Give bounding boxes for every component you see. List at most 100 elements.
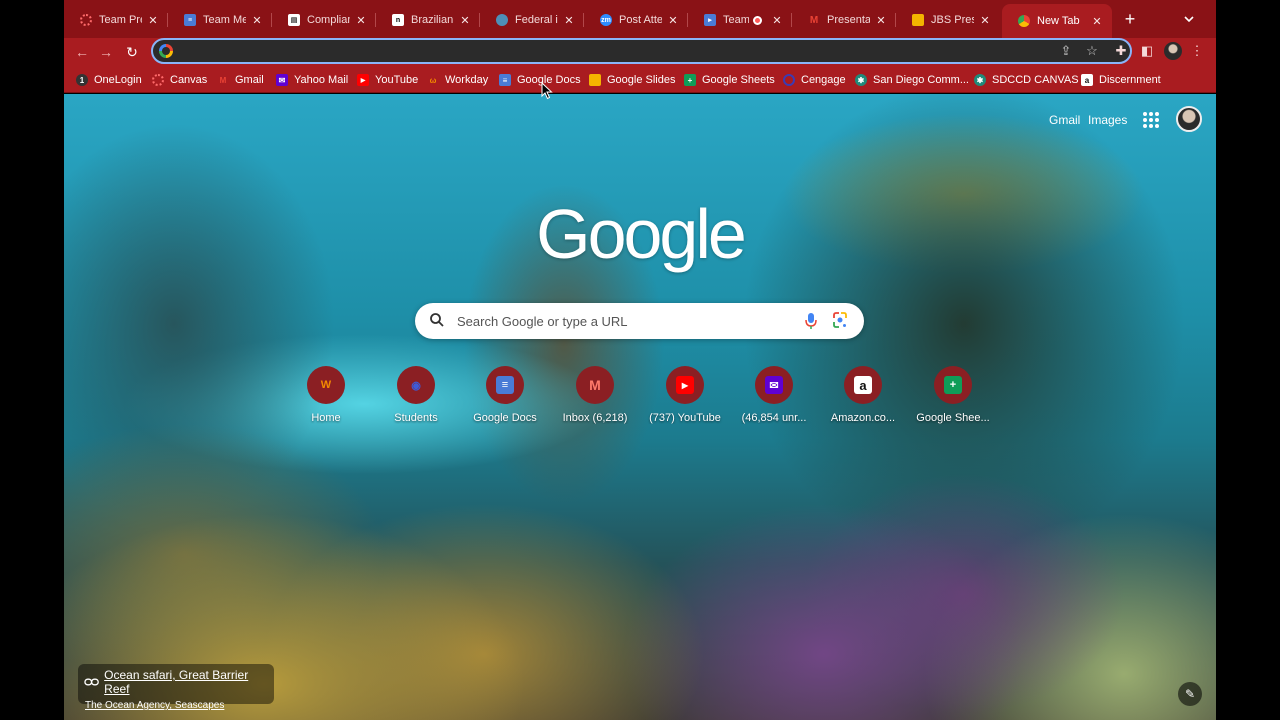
reload-icon[interactable]: ↻ xyxy=(122,42,142,62)
images-link[interactable]: Images xyxy=(1088,113,1127,127)
microphone-icon[interactable] xyxy=(803,312,819,330)
bookmark-san-diego-comm[interactable]: ✱ San Diego Comm... xyxy=(855,72,969,88)
address-bar[interactable]: ⇪ ☆ xyxy=(151,38,1132,64)
shortcut-circle: W xyxy=(307,366,345,404)
close-icon[interactable]: ✕ xyxy=(874,14,888,27)
bookmark-youtube[interactable]: ▶ YouTube xyxy=(357,72,418,88)
google-slides-icon xyxy=(589,74,601,86)
account-avatar[interactable] xyxy=(1176,106,1202,132)
shortcut-tile[interactable]: M Inbox (6,218) xyxy=(551,366,639,436)
bookmark-workday[interactable]: ω Workday xyxy=(427,72,489,88)
shortcut-label: (737) YouTube xyxy=(649,412,721,424)
bookmark-google-sheets[interactable]: + Google Sheets xyxy=(684,72,775,88)
bookmark-google-docs[interactable]: ≡ Google Docs xyxy=(499,72,581,88)
apps-grid-icon[interactable] xyxy=(1143,112,1159,128)
customize-pencil-icon[interactable]: ✎ xyxy=(1178,682,1202,706)
shortcut-tile[interactable]: ✉ (46,854 unr... xyxy=(730,366,818,436)
shortcut-label: Students xyxy=(394,412,438,424)
sdccd-canvas-icon: ✱ xyxy=(974,74,986,86)
gmail-link[interactable]: Gmail xyxy=(1049,113,1080,127)
share-icon[interactable]: ⇪ xyxy=(1057,42,1075,60)
attribution-credit[interactable]: The Ocean Agency, Seascapes xyxy=(85,700,268,711)
profile-avatar[interactable] xyxy=(1164,42,1182,60)
chevron-down-icon[interactable] xyxy=(1181,11,1197,27)
side-panel-icon[interactable]: ◧ xyxy=(1138,42,1156,60)
tab-title: Federal inv xyxy=(515,14,558,26)
tab[interactable]: zm Post Attend ✕ xyxy=(584,6,688,34)
close-icon[interactable]: ✕ xyxy=(146,14,160,27)
google-sheets-icon: + xyxy=(944,376,962,394)
workday-icon: ω xyxy=(429,75,437,85)
tab-title: Team Meeti xyxy=(203,14,246,26)
attribution-title-link[interactable]: Ocean safari, Great Barrier Reef xyxy=(84,668,268,696)
tab[interactable]: Team Prese ✕ xyxy=(64,6,168,34)
shortcut-label: Inbox (6,218) xyxy=(562,412,628,424)
recording-icon xyxy=(753,15,762,25)
tab[interactable]: ▸ Team M ✕ xyxy=(688,6,792,34)
bookmark-google-slides[interactable]: Google Slides xyxy=(589,72,676,88)
red-dots-icon xyxy=(80,14,92,26)
tab[interactable]: ≡ Team Meeti ✕ xyxy=(168,6,272,34)
forward-arrow-icon[interactable]: → xyxy=(96,42,116,62)
tab[interactable]: JBS Presen ✕ xyxy=(896,6,1000,34)
tab[interactable]: ▤ Compliance ✕ xyxy=(272,6,376,34)
bookmark-discernment[interactable]: a Discernment xyxy=(1081,72,1161,88)
bookmark-label: SDCCD CANVAS xyxy=(992,74,1079,86)
tab[interactable]: n Brazilian m ✕ xyxy=(376,6,480,34)
shortcut-circle: ◉ xyxy=(397,366,435,404)
more-vertical-icon[interactable]: ⋮ xyxy=(1188,42,1206,60)
browser-window: Team Prese ✕ ≡ Team Meeti ✕ ▤ Compliance… xyxy=(64,0,1216,720)
tab[interactable]: Federal inv ✕ xyxy=(480,6,584,34)
google-lens-icon[interactable] xyxy=(832,312,848,330)
bookmark-onelogin[interactable]: 1 OneLogin xyxy=(76,72,142,88)
shortcut-tile[interactable]: + Google Shee... xyxy=(909,366,997,436)
google-sheets-icon: + xyxy=(684,74,696,86)
search-box[interactable]: Search Google or type a URL xyxy=(415,303,864,339)
omnibox-input[interactable] xyxy=(181,42,1061,60)
shortcut-circle: + xyxy=(934,366,972,404)
shortcut-circle: M xyxy=(576,366,614,404)
close-icon[interactable]: ✕ xyxy=(354,14,368,27)
shortcut-tile[interactable]: ◉ Students xyxy=(372,366,460,436)
tab-title: Compliance xyxy=(307,14,350,26)
close-icon[interactable]: ✕ xyxy=(458,14,472,27)
close-icon[interactable]: ✕ xyxy=(978,14,992,27)
bookmark-gmail[interactable]: M Gmail xyxy=(217,72,264,88)
close-icon[interactable]: ✕ xyxy=(770,14,784,27)
close-icon[interactable]: ✕ xyxy=(666,14,680,27)
close-icon[interactable]: ✕ xyxy=(562,14,576,27)
background-attribution: Ocean safari, Great Barrier Reef The Oce… xyxy=(78,664,274,711)
close-icon[interactable]: ✕ xyxy=(1090,15,1104,28)
amazon-icon: a xyxy=(1081,74,1093,86)
shortcut-label: Google Shee... xyxy=(916,412,990,424)
bookmark-yahoo-mail[interactable]: ✉ Yahoo Mail xyxy=(276,72,348,88)
gmail-icon: M xyxy=(589,377,601,393)
gmail-icon: M xyxy=(219,75,227,85)
tab[interactable]: M Presentatio ✕ xyxy=(792,6,896,34)
attribution-title: Ocean safari, Great Barrier Reef xyxy=(104,668,249,696)
shortcut-tile[interactable]: a Amazon.co... xyxy=(819,366,907,436)
youtube-icon: ▶ xyxy=(357,74,369,86)
shortcut-tile[interactable]: ▶ (737) YouTube xyxy=(641,366,729,436)
gmail-icon: M xyxy=(809,14,819,26)
toolbar: ← → ↻ ⇪ ☆ ✚ ◧ ⋮ xyxy=(64,38,1216,66)
bookmark-sdccd-canvas[interactable]: ✱ SDCCD CANVAS xyxy=(974,72,1079,88)
bookmark-star-icon[interactable]: ☆ xyxy=(1083,42,1101,60)
back-arrow-icon[interactable]: ← xyxy=(72,42,92,62)
canvas-icon xyxy=(152,74,164,86)
close-icon[interactable]: ✕ xyxy=(250,14,264,27)
globe-icon xyxy=(496,14,508,26)
shortcut-tile[interactable]: ≡ Google Docs xyxy=(461,366,549,436)
shortcut-tile[interactable]: W Home xyxy=(282,366,370,436)
workday-icon: W xyxy=(320,379,332,391)
search-icon xyxy=(430,313,444,327)
new-tab-button[interactable]: + xyxy=(1119,8,1141,30)
bookmark-label: YouTube xyxy=(375,74,419,86)
tab-title: Post Attend xyxy=(619,14,662,26)
google-slides-icon xyxy=(912,14,924,26)
tab-title: Team M xyxy=(723,14,749,26)
bookmark-canvas[interactable]: Canvas xyxy=(152,72,207,88)
extensions-puzzle-icon[interactable]: ✚ xyxy=(1112,42,1130,60)
bookmark-cengage[interactable]: Cengage xyxy=(783,72,846,88)
tab-active[interactable]: New Tab ✕ xyxy=(1002,4,1112,38)
